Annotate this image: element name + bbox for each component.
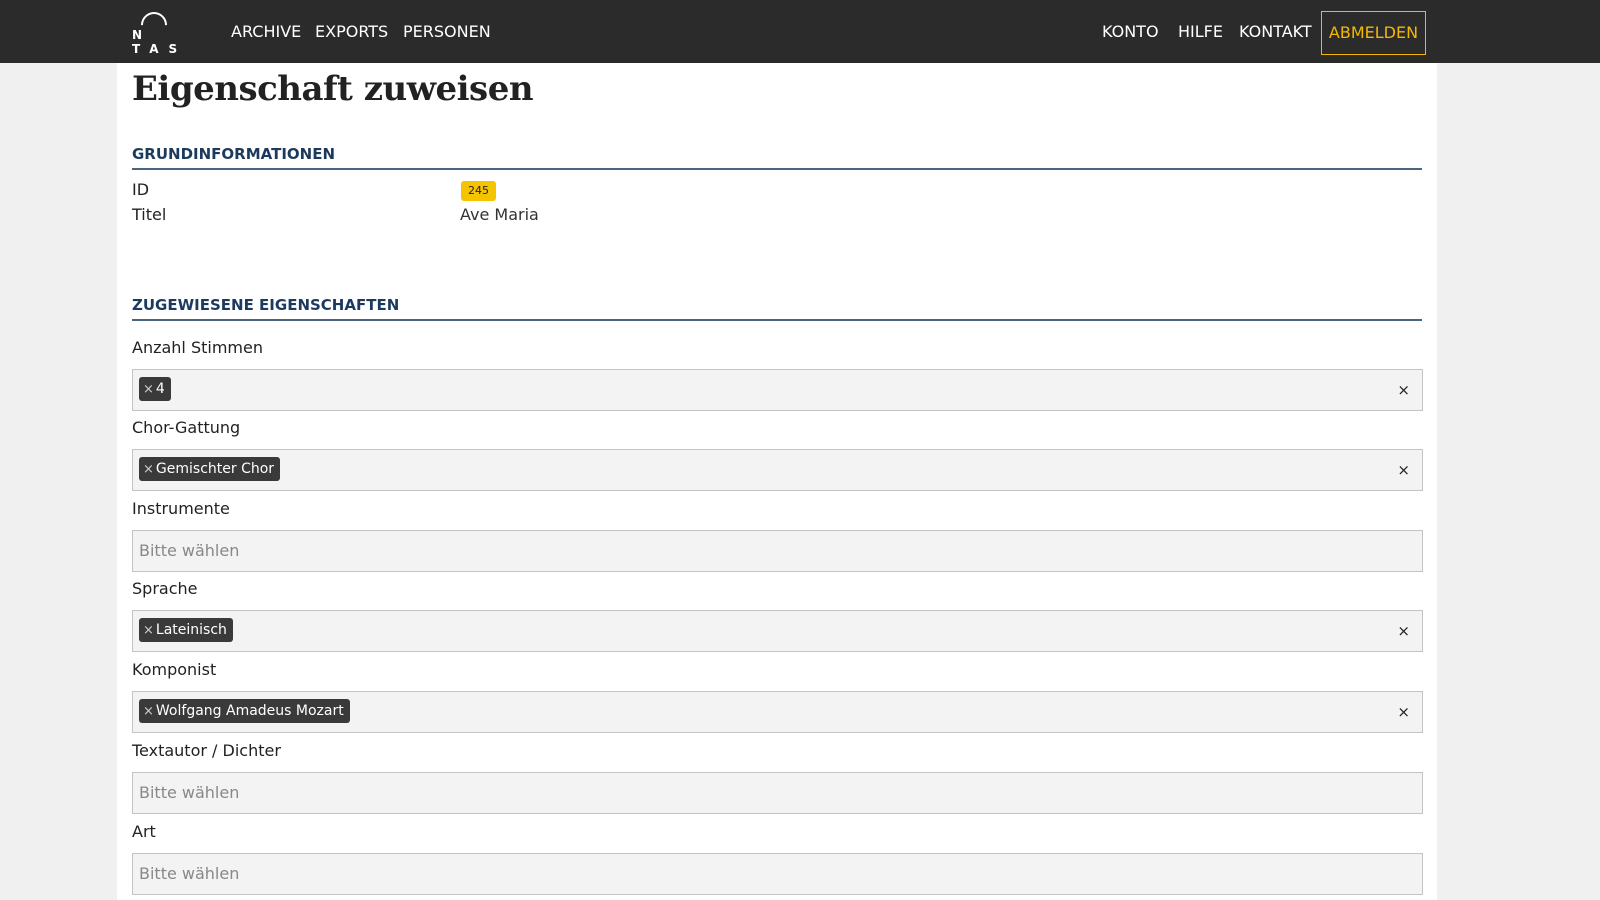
- select-komponist[interactable]: × Wolfgang Amadeus Mozart ×: [132, 691, 1423, 733]
- logout-button[interactable]: ABMELDEN: [1321, 11, 1426, 55]
- tag-label: Gemischter Chor: [155, 461, 275, 477]
- clear-selection-icon[interactable]: ×: [1397, 611, 1410, 651]
- select-chor-gattung[interactable]: × Gemischter Chor ×: [132, 449, 1423, 491]
- selected-tag: × Gemischter Chor: [139, 457, 281, 482]
- section-title-zugewiesene-eigenschaften: ZUGEWIESENE EIGENSCHAFTEN: [132, 296, 1422, 321]
- tag-remove-icon[interactable]: ×: [143, 378, 154, 402]
- notas-logo[interactable]: N TAS: [132, 6, 200, 56]
- select-placeholder: Bitte wählen: [139, 541, 240, 560]
- titel-label: Titel: [132, 205, 167, 224]
- clear-selection-icon[interactable]: ×: [1397, 370, 1410, 410]
- main-content: Eigenschaft zuweisen GRUNDINFORMATIONEN …: [117, 63, 1437, 900]
- select-instrumente[interactable]: Bitte wählen: [132, 530, 1423, 572]
- tag-remove-icon[interactable]: ×: [143, 619, 154, 643]
- nav-personen[interactable]: PERSONEN: [403, 0, 491, 63]
- selected-tag: × 4: [139, 377, 171, 401]
- field-label-anzahl-stimmen: Anzahl Stimmen: [132, 338, 263, 357]
- tag-label: Lateinisch: [155, 622, 227, 638]
- field-label-chor-gattung: Chor-Gattung: [132, 418, 241, 437]
- clear-selection-icon[interactable]: ×: [1397, 450, 1410, 490]
- nav-archive[interactable]: ARCHIVE: [231, 0, 301, 63]
- tag-label: 4: [155, 381, 165, 397]
- field-label-textautor: Textautor / Dichter: [132, 741, 281, 760]
- tag-remove-icon[interactable]: ×: [143, 700, 154, 724]
- clear-selection-icon[interactable]: ×: [1397, 692, 1410, 732]
- nav-konto[interactable]: KONTO: [1102, 0, 1159, 63]
- select-placeholder: Bitte wählen: [139, 864, 240, 883]
- nav-exports[interactable]: EXPORTS: [315, 0, 388, 63]
- field-label-instrumente: Instrumente: [132, 499, 230, 518]
- tag-label: Wolfgang Amadeus Mozart: [155, 703, 344, 719]
- select-sprache[interactable]: × Lateinisch ×: [132, 610, 1423, 652]
- section-title-grundinformationen: GRUNDINFORMATIONEN: [132, 145, 1422, 170]
- selected-tag: × Wolfgang Amadeus Mozart: [139, 699, 350, 723]
- nav-kontakt[interactable]: KONTAKT: [1239, 0, 1312, 63]
- select-anzahl-stimmen[interactable]: × 4 ×: [132, 369, 1423, 411]
- selected-tag: × Lateinisch: [139, 618, 233, 642]
- logo-text: N TAS: [132, 28, 188, 56]
- field-label-sprache: Sprache: [132, 579, 198, 598]
- titel-value: Ave Maria: [460, 205, 539, 224]
- select-textautor[interactable]: Bitte wählen: [132, 772, 1423, 814]
- id-label: ID: [132, 180, 150, 199]
- field-label-komponist: Komponist: [132, 660, 217, 679]
- select-art[interactable]: Bitte wählen: [132, 853, 1423, 895]
- tag-remove-icon[interactable]: ×: [143, 458, 154, 482]
- page-title: Eigenschaft zuweisen: [132, 69, 534, 109]
- select-placeholder: Bitte wählen: [139, 783, 240, 802]
- top-navbar: N TAS ARCHIVE EXPORTS PERSONEN KONTO HIL…: [0, 0, 1600, 63]
- field-label-art: Art: [132, 822, 156, 841]
- nav-hilfe[interactable]: HILFE: [1178, 0, 1223, 63]
- id-badge: 245: [461, 181, 496, 201]
